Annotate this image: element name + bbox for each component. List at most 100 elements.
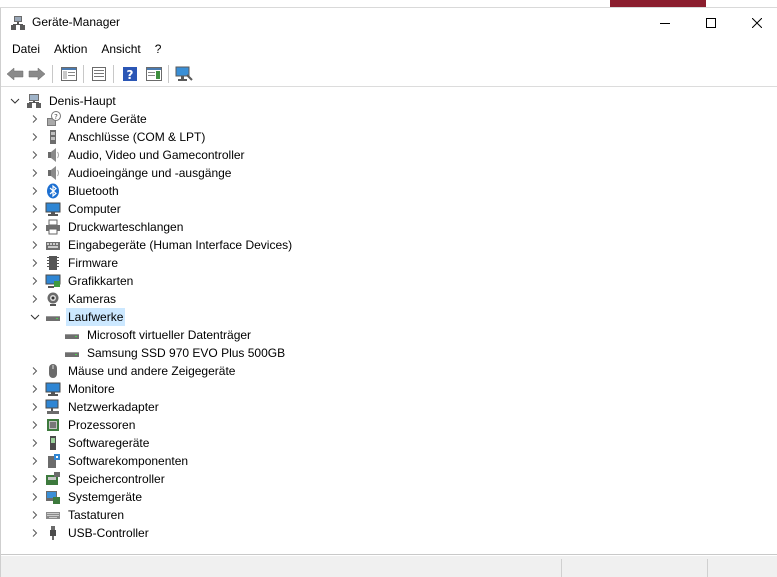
bluetooth-icon xyxy=(45,183,61,199)
action-pane-button[interactable] xyxy=(144,64,164,84)
background-strip xyxy=(0,0,777,8)
expand-chevron-icon[interactable] xyxy=(29,185,41,197)
tree-item-7[interactable]: Eingabegeräte (Human Interface Devices) xyxy=(32,236,294,254)
tree-item-9[interactable]: Grafikkarten xyxy=(32,272,135,290)
monitor-icon xyxy=(45,381,61,397)
expand-chevron-icon[interactable] xyxy=(29,113,41,125)
expand-chevron-icon[interactable] xyxy=(29,401,41,413)
tree-item-3[interactable]: Audioeingänge und -ausgänge xyxy=(32,164,233,182)
tree-item-5[interactable]: Computer xyxy=(32,200,123,218)
tree-item-label: Audioeingänge und -ausgänge xyxy=(68,166,232,180)
disk-drive-icon xyxy=(64,327,80,343)
tree-child-11-1[interactable]: Samsung SSD 970 EVO Plus 500GB xyxy=(64,344,287,362)
scan-hardware-button[interactable] xyxy=(174,64,194,84)
expand-chevron-icon[interactable] xyxy=(29,257,41,269)
properties-icon xyxy=(92,67,106,81)
camera-icon xyxy=(45,291,61,307)
expand-chevron-icon[interactable] xyxy=(29,167,41,179)
hid-icon xyxy=(45,237,61,253)
tree-item-13[interactable]: Monitore xyxy=(32,380,117,398)
tree-item-2[interactable]: Audio, Video und Gamecontroller xyxy=(32,146,247,164)
close-icon xyxy=(752,17,762,28)
maximize-button[interactable] xyxy=(688,8,734,37)
system-device-icon xyxy=(45,489,61,505)
expand-chevron-icon[interactable] xyxy=(29,275,41,287)
expand-chevron-icon[interactable] xyxy=(29,131,41,143)
expand-chevron-icon[interactable] xyxy=(29,365,41,377)
computer-icon xyxy=(45,201,61,217)
help-button[interactable]: ? xyxy=(120,64,140,84)
minimize-button[interactable] xyxy=(642,8,688,37)
close-button[interactable] xyxy=(734,8,777,37)
tree-child-11-0[interactable]: Microsoft virtueller Datenträger xyxy=(64,326,253,344)
tree-item-label: Systemgeräte xyxy=(68,490,143,504)
tree-item-label: Monitore xyxy=(68,382,115,396)
menu-aktion[interactable]: Aktion xyxy=(47,39,94,59)
expand-chevron-icon[interactable] xyxy=(29,437,41,449)
tree-item-10[interactable]: Kameras xyxy=(32,290,118,308)
expand-chevron-icon[interactable] xyxy=(29,383,41,395)
properties-button[interactable] xyxy=(89,64,109,84)
tree-item-16[interactable]: Softwaregeräte xyxy=(32,434,151,452)
title-bar[interactable]: Geräte-Manager xyxy=(1,8,777,37)
device-manager-app-icon xyxy=(10,15,26,31)
back-button[interactable] xyxy=(5,64,25,84)
display-adapter-icon xyxy=(45,273,61,289)
tree-item-label: Laufwerke xyxy=(66,308,126,326)
expand-chevron-icon[interactable] xyxy=(29,221,41,233)
tree-item-15[interactable]: Prozessoren xyxy=(32,416,137,434)
tree-item-20[interactable]: Tastaturen xyxy=(32,506,126,524)
status-separator xyxy=(561,559,562,577)
collapse-chevron-icon[interactable] xyxy=(29,311,41,323)
tree-item-label: Kameras xyxy=(68,292,117,306)
expand-chevron-icon[interactable] xyxy=(29,473,41,485)
tree-item-label: Softwaregeräte xyxy=(68,436,150,450)
show-hide-console-tree-icon xyxy=(61,67,77,81)
tree-item-label: Samsung SSD 970 EVO Plus 500GB xyxy=(87,346,286,360)
software-component-icon xyxy=(45,453,61,469)
tree-root-computer[interactable]: Denis-Haupt xyxy=(10,92,118,110)
minimize-icon xyxy=(660,22,670,24)
status-divider xyxy=(1,554,777,555)
tree-item-8[interactable]: Firmware xyxy=(32,254,120,272)
tree-item-6[interactable]: Druckwarteschlangen xyxy=(32,218,185,236)
collapse-chevron-icon[interactable] xyxy=(9,95,21,107)
tree-item-1[interactable]: Anschlüsse (COM & LPT) xyxy=(32,128,207,146)
tree-item-21[interactable]: USB-Controller xyxy=(32,524,151,542)
toolbar-separator xyxy=(168,65,169,83)
menu-datei[interactable]: Datei xyxy=(1,39,47,59)
expand-chevron-icon[interactable] xyxy=(29,491,41,503)
port-icon xyxy=(45,129,61,145)
window-title: Geräte-Manager xyxy=(32,15,121,29)
menu-ansicht[interactable]: Ansicht xyxy=(94,39,147,59)
toolbar-separator xyxy=(83,65,84,83)
tree-item-0[interactable]: ? Andere Geräte xyxy=(32,110,149,128)
expand-chevron-icon[interactable] xyxy=(29,203,41,215)
expand-chevron-icon[interactable] xyxy=(29,509,41,521)
expand-chevron-icon[interactable] xyxy=(29,239,41,251)
tree-item-label: Andere Geräte xyxy=(68,112,147,126)
show-action-pane-icon xyxy=(146,67,162,81)
tree-item-12[interactable]: Mäuse und andere Zeigegeräte xyxy=(32,362,237,380)
expand-chevron-icon[interactable] xyxy=(29,455,41,467)
menu-bar: Datei Aktion Ansicht ? xyxy=(1,39,168,59)
expand-chevron-icon[interactable] xyxy=(29,419,41,431)
forward-button[interactable] xyxy=(27,64,47,84)
tree-item-4[interactable]: Bluetooth xyxy=(32,182,121,200)
tree-item-19[interactable]: Systemgeräte xyxy=(32,488,144,506)
expand-chevron-icon[interactable] xyxy=(29,149,41,161)
disk-drive-icon xyxy=(45,309,61,325)
tree-item-label: Audio, Video und Gamecontroller xyxy=(68,148,245,162)
tree-item-18[interactable]: Speichercontroller xyxy=(32,470,167,488)
tree-item-14[interactable]: Netzwerkadapter xyxy=(32,398,161,416)
expand-chevron-icon[interactable] xyxy=(29,527,41,539)
speaker-icon xyxy=(45,147,61,163)
console-tree-button[interactable] xyxy=(59,64,79,84)
menu-help[interactable]: ? xyxy=(148,39,169,59)
tree-item-11[interactable]: Laufwerke xyxy=(30,308,126,326)
expand-chevron-icon[interactable] xyxy=(29,293,41,305)
svg-text:?: ? xyxy=(127,68,134,82)
software-device-icon xyxy=(45,435,61,451)
tree-item-17[interactable]: Softwarekomponenten xyxy=(32,452,190,470)
tree-item-label: Bluetooth xyxy=(68,184,119,198)
